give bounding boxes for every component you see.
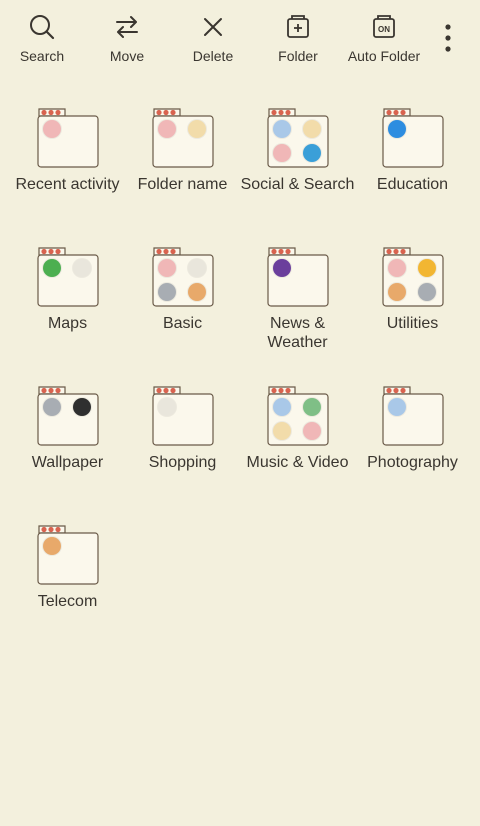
cat-cream-icon [272,422,291,440]
folder-label: Wallpaper [31,454,104,471]
cat-cream-icon [302,120,321,138]
folder-label: Telecom [37,593,98,610]
folder-tile[interactable]: Recent activity [10,106,125,226]
drive-icon [417,259,436,277]
cat-grey-icon [417,283,436,301]
auto-folder-on-icon: ON [373,15,395,38]
play-store-icon [387,120,406,138]
cat-blue-icon [272,120,291,138]
folder-icon [150,106,216,170]
cat-grey-icon [157,283,176,301]
delete-label: Delete [192,48,234,64]
cat-pink-icon [387,259,406,277]
folder-label: Basic [162,315,203,332]
folder-label: Music & Video [246,454,349,471]
cat-blue-icon [387,398,406,416]
add-folder-icon [287,15,309,38]
cat-cream-icon [187,120,206,138]
cat-pink-icon [272,144,291,162]
auto-folder-label: Auto Folder [347,48,421,64]
cat-white-icon [157,398,176,416]
folder-icon [35,106,101,170]
cat-pink-icon [157,120,176,138]
folder-icon [380,106,446,170]
folder-icon [35,523,101,587]
folder-tile[interactable]: Wallpaper [10,384,125,504]
folder-icon [150,384,216,448]
close-icon [204,18,222,36]
folder-tile[interactable]: Education [355,106,470,226]
cat-pink-icon [157,259,176,277]
folder-icon [380,245,446,309]
folder-tile[interactable]: News & Weather [240,245,355,365]
folder-tile[interactable]: Maps [10,245,125,365]
folder-tile[interactable]: Music & Video [240,384,355,504]
cat-white-icon [72,259,91,277]
folder-icon [35,384,101,448]
auto-folder-button[interactable]: ON Auto Folder [339,12,429,72]
folder-tile[interactable]: Social & Search [240,106,355,226]
folder-label: Shopping [148,454,217,471]
folder-label: Folder name [137,176,228,193]
folder-label: Recent activity [15,176,120,193]
folder-tile[interactable]: Shopping [125,384,240,504]
search-icon [30,15,55,40]
folder-label: Photography [367,454,458,471]
folder-label: Folder [278,48,318,64]
move-label: Move [109,48,145,64]
cat-grey-icon [42,398,61,416]
cat-pink-icon [302,422,321,440]
swap-arrows-icon [116,16,138,38]
folder-label: Maps [47,315,88,332]
folder-icon [150,245,216,309]
folder-label: Education [376,176,449,193]
telegram-icon [302,144,321,162]
more-vert-icon [445,24,451,52]
folder-icon [35,245,101,309]
news-purple-icon [272,259,291,277]
search-label: Search [19,48,65,64]
cat-orange-icon [187,283,206,301]
folder-button[interactable]: Folder [253,12,343,72]
folder-icon [265,106,331,170]
folder-tile[interactable]: Telecom [10,523,125,643]
folder-icon [265,384,331,448]
wallpaper-dark-icon [72,398,91,416]
more-options-button[interactable] [432,18,464,58]
folder-icon [265,245,331,309]
folder-tile[interactable]: Photography [355,384,470,504]
folder-tile[interactable]: Basic [125,245,240,365]
cat-orange-icon [387,283,406,301]
action-toolbar: Search Move Delete Folder ON Auto Folder [0,0,480,80]
folder-tile[interactable]: Utilities [355,245,470,365]
search-button[interactable]: Search [0,12,87,72]
cat-orange-icon [42,537,61,555]
cat-white-icon [187,259,206,277]
cat-pink-icon [42,120,61,138]
move-button[interactable]: Move [82,12,172,72]
google-maps-icon [42,259,61,277]
folder-label: Social & Search [240,176,355,193]
auto-folder-badge: ON [378,25,390,34]
folder-tile[interactable]: Folder name [125,106,240,226]
folder-icon [380,384,446,448]
delete-button[interactable]: Delete [168,12,258,72]
cat-blue-icon [272,398,291,416]
folder-label: Utilities [386,315,439,332]
folder-label: News & Weather [267,315,328,351]
cat-green-icon [302,398,321,416]
